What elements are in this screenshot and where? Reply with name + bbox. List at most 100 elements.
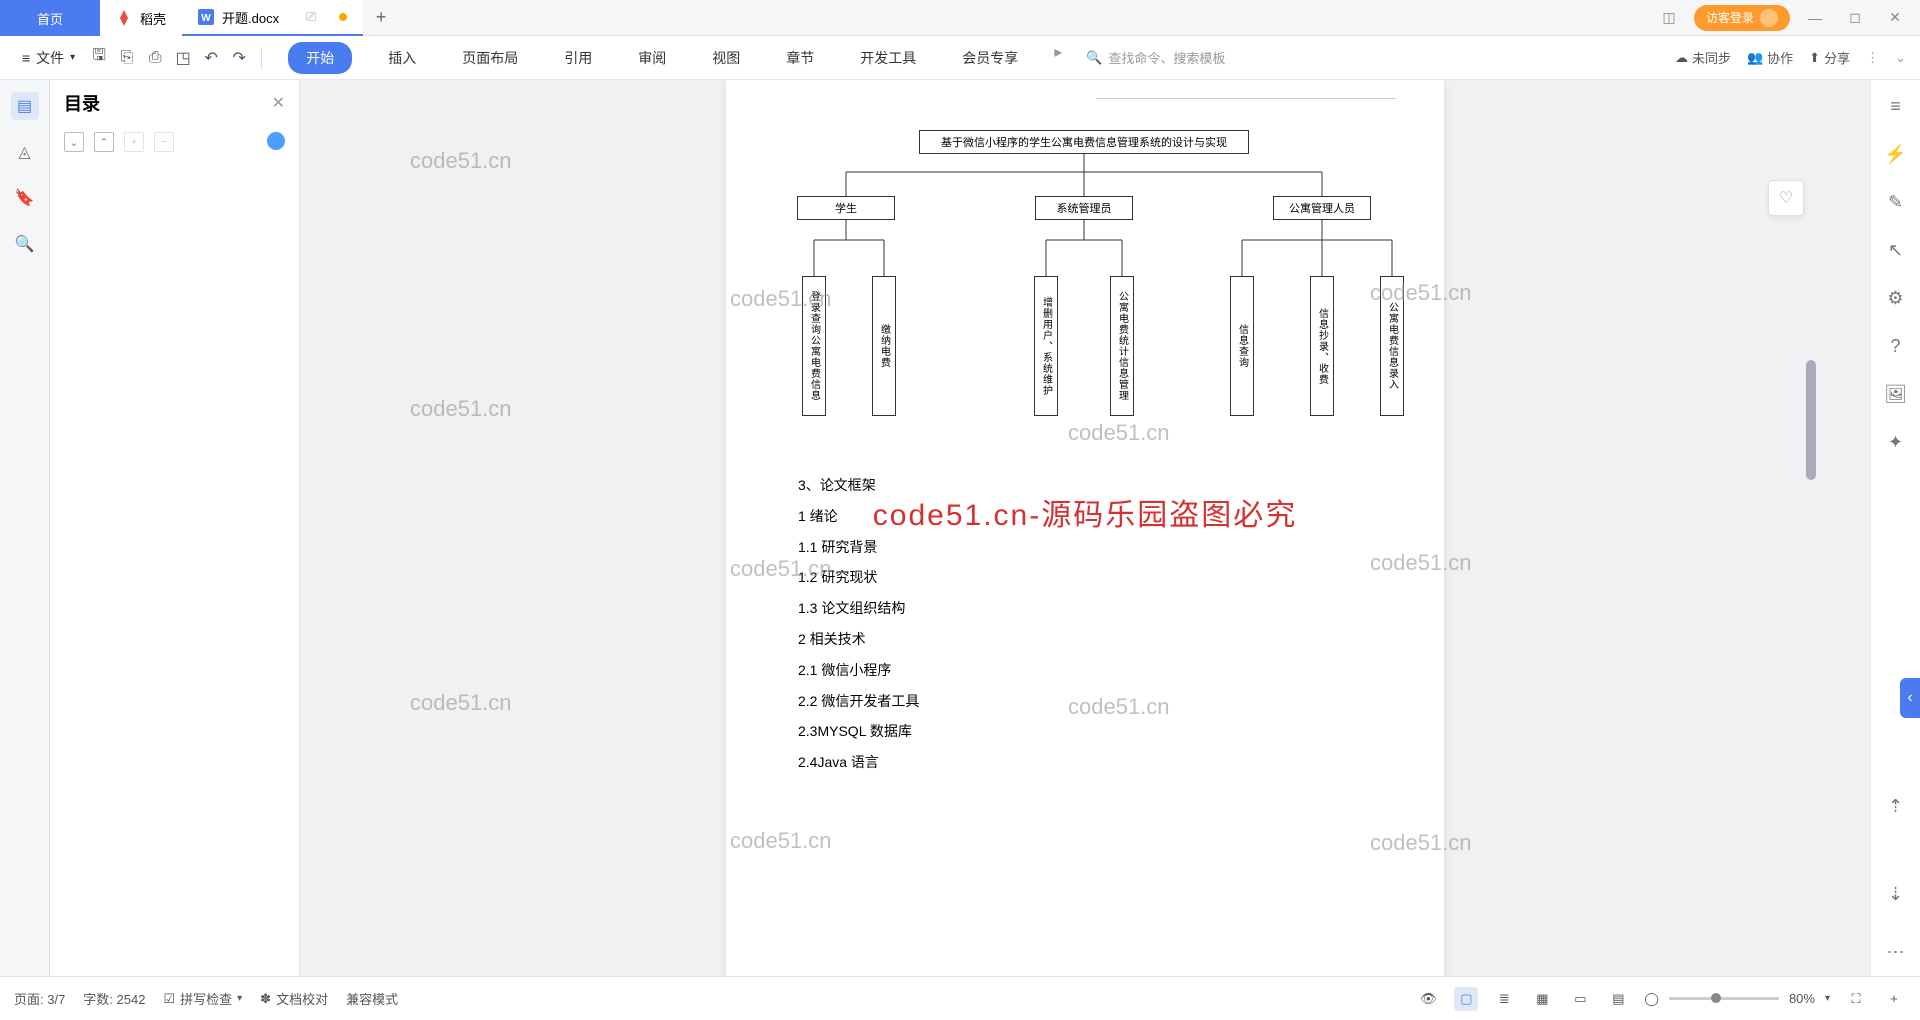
search-nav-icon[interactable]: 🔍 [11,230,39,258]
file-menu[interactable]: ≡ 文件 ▾ [14,44,83,72]
new-tab-button[interactable]: + [363,0,399,35]
menu-layout[interactable]: 页面布局 [452,42,528,74]
zoom-label[interactable]: 80% [1789,991,1815,1006]
page-view-icon[interactable]: ▢ [1454,987,1478,1011]
sync-label: 未同步 [1692,48,1731,67]
more-menu-icon[interactable]: ▸ [1054,42,1062,74]
toolbar: ≡ 文件 ▾ 🖫 ⎘ ⎙ ◳ ↶ ↷ 开始 插入 页面布局 引用 审阅 视图 章… [0,36,1920,80]
attachment-icon[interactable]: ◬ [11,138,39,166]
outline-view-icon[interactable]: ≣ [1492,987,1516,1011]
status-dot-icon [267,132,285,150]
share-label: 分享 [1824,48,1850,67]
settings-icon[interactable]: ⚙ [1882,284,1910,312]
star-icon[interactable]: ✦ [1882,428,1910,456]
more-icon[interactable]: ⋯ [1882,938,1910,966]
scroll-down-icon[interactable]: ⇣ [1882,880,1910,908]
tab-daoke[interactable]: 稻壳 [100,0,182,36]
login-button[interactable]: 访客登录 [1694,5,1790,31]
redo-icon[interactable]: ↷ [227,46,251,70]
export-icon[interactable]: ⎘ [115,46,139,70]
zoom-track[interactable] [1669,997,1779,1000]
eye-icon[interactable]: 👁 [1416,987,1440,1011]
menu-view[interactable]: 视图 [702,42,750,74]
document-area: 基于微信小程序的学生公寓电费信息管理系统的设计与实现 学生 系统管理员 公寓管理… [300,80,1870,976]
close-button[interactable]: ✕ [1880,3,1910,33]
layout-icon[interactable]: ◫ [1654,3,1684,33]
kebab-icon[interactable]: ⋮ [1866,50,1879,66]
bookmark-icon[interactable]: 🔖 [11,184,39,212]
outline-icon[interactable]: ▤ [11,92,39,120]
menu-dev[interactable]: 开发工具 [850,42,926,74]
maximize-button[interactable]: ◻ [1840,3,1870,33]
expand-icon[interactable]: ⌃ [94,132,114,152]
scroll-up-icon[interactable]: ⇡ [1882,792,1910,820]
collapse-icon[interactable]: ⌄ [64,132,84,152]
word-count[interactable]: 字数: 2542 [83,989,145,1008]
compat-mode[interactable]: 兼容模式 [346,989,398,1008]
tab-home[interactable]: 首页 [0,0,100,36]
diagram-leaf: 信息抄录、收费 [1310,276,1334,416]
text-line: 2.2 微信开发者工具 [798,686,1396,717]
diagram-root: 基于微信小程序的学生公寓电费信息管理系统的设计与实现 [919,130,1249,154]
zoom-out-icon[interactable]: ◯ [1644,991,1659,1007]
login-label: 访客登录 [1706,9,1754,26]
watermark: code51.cn [410,148,512,174]
web-view-icon[interactable]: ▦ [1530,987,1554,1011]
zoom-knob[interactable] [1711,993,1721,1003]
menu-start[interactable]: 开始 [288,42,352,74]
minimize-button[interactable]: — [1800,3,1830,33]
menu-review[interactable]: 审阅 [628,42,676,74]
tab-doc-label: 开题.docx [222,8,279,27]
image-icon[interactable]: 🖼 [1882,380,1910,408]
text-line: 1 绪论 [798,501,1396,532]
add-icon[interactable]: + [124,132,144,152]
spellcheck-toggle[interactable]: ☑拼写检查▾ [163,989,242,1008]
file-label: 文件 [36,48,64,68]
scrollbar[interactable] [1804,80,1818,976]
menu-vip[interactable]: 会员专享 [952,42,1028,74]
collab-button[interactable]: 👥协作 [1747,48,1793,67]
help-icon[interactable]: ? [1882,332,1910,360]
read-view-icon[interactable]: ▭ [1568,987,1592,1011]
menu-chapter[interactable]: 章节 [776,42,824,74]
search-placeholder: 查找命令、搜索模板 [1108,48,1225,67]
toolbar-search[interactable]: 🔍 查找命令、搜索模板 [1086,48,1225,67]
daoke-icon [116,10,132,26]
text-line: 1.1 研究背景 [798,532,1396,563]
print-icon[interactable]: ⎙ [143,46,167,70]
toc-sidebar: 目录 ✕ ⌄ ⌃ + − [50,80,300,976]
diagram-leaf: 增删用户、系统维护 [1034,276,1058,416]
header-rule [1096,98,1396,99]
zoom-control[interactable]: ◯ 80% ▾ [1644,991,1830,1007]
menu-insert[interactable]: 插入 [378,42,426,74]
zoom-in-icon[interactable]: + [1882,987,1906,1011]
rocket-icon[interactable]: ⚡ [1882,140,1910,168]
remove-icon[interactable]: − [154,132,174,152]
tab-document[interactable]: W 开题.docx ⎚ [182,0,363,36]
search-icon: 🔍 [1086,50,1102,66]
proofread-button[interactable]: ✽文档校对 [260,989,328,1008]
save-icon[interactable]: 🖫 [87,46,111,70]
sync-button[interactable]: ☁未同步 [1675,48,1731,67]
hamburger-right-icon[interactable]: ≡ [1882,92,1910,120]
left-nav: ▤ ◬ 🔖 🔍 [0,80,50,976]
text-line: 1.3 论文组织结构 [798,593,1396,624]
undo-icon[interactable]: ↶ [199,46,223,70]
fullscreen-icon[interactable]: ⛶ [1844,987,1868,1011]
cursor-icon[interactable]: ↖ [1882,236,1910,264]
chevron-down-icon[interactable]: ⌄ [1895,50,1906,66]
page-indicator[interactable]: 页面: 3/7 [14,989,65,1008]
grid-view-icon[interactable]: ▤ [1606,987,1630,1011]
unsaved-dot-icon [339,13,347,21]
svg-text:W: W [201,13,211,24]
zoom-dropdown-icon[interactable]: ▾ [1825,993,1830,1004]
toc-title: 目录 [64,90,272,116]
pen-icon[interactable]: ✎ [1882,188,1910,216]
scroll-thumb[interactable] [1806,360,1816,480]
side-drawer-tab[interactable]: ‹ [1900,678,1920,718]
menu-reference[interactable]: 引用 [554,42,602,74]
float-panel-icon[interactable]: ♡ [1768,180,1804,216]
preview-icon[interactable]: ◳ [171,46,195,70]
share-button[interactable]: ⬆分享 [1809,48,1850,67]
close-sidebar-icon[interactable]: ✕ [272,93,285,113]
